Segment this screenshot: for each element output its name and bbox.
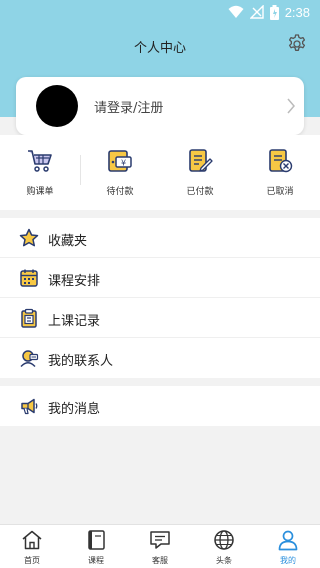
login-card[interactable]: 请登录/注册	[16, 77, 304, 135]
clipboard-icon	[21, 308, 37, 328]
battery-icon	[269, 4, 279, 20]
tab-mine[interactable]: 我的	[256, 525, 320, 568]
star-icon	[19, 228, 39, 247]
tab-label-home: 首页	[24, 556, 40, 565]
wifi-icon	[228, 5, 244, 18]
person-icon	[278, 530, 298, 551]
menu-item-schedule[interactable]: 课程安排	[0, 258, 320, 298]
menu-list: 收藏夹 课程安排 上课记录 我的联系人	[0, 218, 320, 378]
menu-item-contacts[interactable]: 我的联系人	[0, 338, 320, 378]
order-paid-item[interactable]: 已付款	[160, 135, 240, 210]
tab-label-service: 客服	[152, 556, 168, 565]
tab-home[interactable]: 首页	[0, 525, 64, 568]
order-status-panel: 购课单 ¥ 待付款 已付款 已取消	[0, 135, 320, 210]
message-menu: 我的消息	[0, 386, 320, 426]
tab-service[interactable]: 客服	[128, 525, 192, 568]
order-cart-label: 购课单	[26, 187, 54, 197]
book-icon	[88, 530, 105, 550]
title-bar: 个人中心	[0, 28, 320, 62]
tab-label-courses: 课程	[88, 556, 104, 565]
signal-icon	[249, 5, 264, 19]
status-time: 2:38	[284, 4, 310, 20]
menu-label-records: 上课记录	[48, 314, 101, 329]
megaphone-icon	[21, 398, 38, 415]
menu-label-schedule: 课程安排	[48, 274, 101, 289]
menu-item-favorites[interactable]: 收藏夹	[0, 218, 320, 258]
globe-icon	[214, 530, 234, 550]
chat-icon	[150, 531, 170, 549]
paid-document-icon	[189, 149, 213, 172]
svg-text:¥: ¥	[121, 159, 126, 168]
avatar[interactable]	[36, 85, 78, 127]
menu-label-messages: 我的消息	[48, 402, 101, 417]
menu-item-records[interactable]: 上课记录	[0, 298, 320, 338]
cart-icon	[28, 150, 52, 172]
bottom-tab-bar: 首页 课程 客服 头条 我的	[0, 524, 320, 568]
login-register-link[interactable]: 请登录/注册	[94, 97, 163, 116]
status-bar: 2:38	[0, 0, 320, 24]
order-cart-item[interactable]: 购课单	[0, 135, 80, 210]
tab-courses[interactable]: 课程	[64, 525, 128, 568]
cancelled-document-icon	[269, 149, 293, 173]
tab-label-mine: 我的	[280, 556, 296, 565]
wallet-yen-icon: ¥	[108, 150, 132, 172]
home-icon	[22, 530, 42, 550]
order-cancelled-label: 已取消	[266, 187, 294, 197]
page-title: 个人中心	[133, 41, 186, 56]
order-unpaid-item[interactable]: ¥ 待付款	[80, 135, 160, 210]
order-cancelled-item[interactable]: 已取消	[240, 135, 320, 210]
order-paid-label: 已付款	[186, 187, 214, 197]
menu-item-messages[interactable]: 我的消息	[0, 386, 320, 426]
chevron-right-icon	[287, 98, 295, 114]
order-unpaid-label: 待付款	[106, 187, 134, 197]
contact-icon	[20, 350, 39, 368]
calendar-icon	[20, 269, 38, 287]
gear-icon[interactable]	[286, 33, 308, 55]
tab-headlines[interactable]: 头条	[192, 525, 256, 568]
menu-label-favorites: 收藏夹	[48, 234, 88, 249]
menu-label-contacts: 我的联系人	[48, 354, 114, 369]
tab-label-headlines: 头条	[216, 556, 232, 565]
